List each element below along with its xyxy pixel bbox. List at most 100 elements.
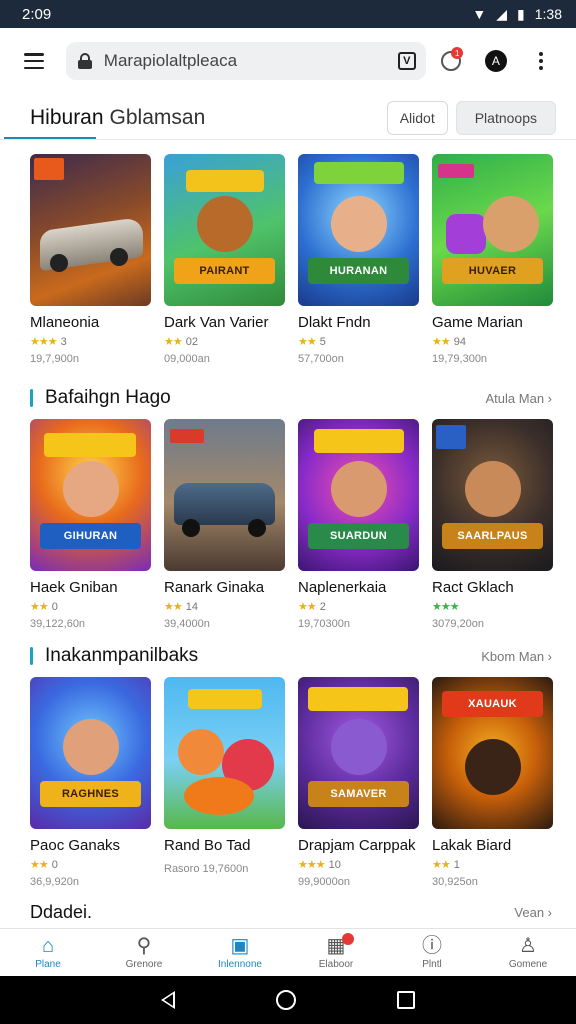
nav-item-search[interactable]: ⚲ Grenore: [96, 929, 192, 976]
game-card[interactable]: HUVAER Game Marian ★★ 94 19,79,300n: [432, 154, 553, 365]
header-button-two[interactable]: Platnoops: [455, 101, 556, 135]
rating-value: 14: [185, 600, 198, 613]
rating-value: 0: [51, 858, 58, 871]
game-title[interactable]: Naplenerkaia: [298, 579, 419, 596]
character-face: [330, 196, 387, 252]
tabs-icon[interactable]: V: [397, 52, 416, 70]
game-title[interactable]: Drapjam Carppak: [298, 837, 419, 854]
status-bar: 2:09 ▼ ◢ ▮ 1:38: [0, 0, 576, 28]
title-logo-shape: [314, 429, 404, 453]
game-cover-image[interactable]: HURANAN: [298, 154, 419, 306]
game-title[interactable]: Lakak Biard: [432, 837, 553, 854]
cover-banner: SUARDUN: [308, 523, 409, 549]
download-count: 57,700on: [298, 353, 344, 365]
game-cover-image[interactable]: SAARLPAUS: [432, 419, 553, 571]
rating-value: 0: [51, 600, 58, 613]
cover-banner: HUVAER: [442, 258, 543, 284]
game-title[interactable]: Paoc Ganaks: [30, 837, 151, 854]
see-more-link[interactable]: Atula Man ›: [486, 391, 552, 406]
profile-button[interactable]: A: [475, 41, 516, 81]
game-cover-image[interactable]: [164, 419, 285, 571]
game-title[interactable]: Rand Bo Tad: [164, 837, 285, 854]
title-logo-shape: [44, 433, 136, 457]
game-cover-image[interactable]: RAGHNES: [30, 677, 151, 829]
game-title[interactable]: Ract Gklach: [432, 579, 553, 596]
wheel-shape: [110, 248, 128, 266]
game-cover-image[interactable]: XAUAUK: [432, 677, 553, 829]
game-cover-image[interactable]: HUVAER: [432, 154, 553, 306]
game-title[interactable]: Ranark Ginaka: [164, 579, 285, 596]
nav-label: Gomene: [508, 958, 548, 970]
game-title[interactable]: Haek Gniban: [30, 579, 151, 596]
rating-value: 3: [60, 335, 67, 348]
download-count: 39,4000n: [164, 618, 210, 630]
recents-icon[interactable]: [397, 991, 416, 1009]
rating-value: 5: [319, 335, 326, 348]
menu-icon[interactable]: [22, 48, 46, 74]
header-button-one[interactable]: Alidot: [386, 101, 448, 135]
wheel-shape: [182, 519, 200, 537]
nav-item-library[interactable]: ▦ Elaboor: [288, 929, 384, 976]
star-icons: ★★: [30, 601, 49, 613]
game-card[interactable]: PAIRANT Dark Van Varier ★★ 02 09,000an: [164, 154, 285, 365]
search-icon: ⚲: [136, 934, 152, 957]
app-bar: Marapiolaltpleaca V 1 A: [0, 28, 576, 94]
section-peek: Ddadei. Vean ›: [0, 896, 576, 928]
download-count: 99,9000on: [298, 876, 350, 888]
wheel-shape: [248, 519, 266, 537]
game-cover-image[interactable]: PAIRANT: [164, 154, 285, 306]
game-title[interactable]: Dlakt Fndn: [298, 314, 419, 331]
game-card[interactable]: Ranark Ginaka ★★ 14 39,4000n: [164, 419, 285, 630]
nav-label: Plntl: [422, 958, 442, 970]
see-more-link[interactable]: Vean ›: [514, 905, 552, 920]
game-cover-image[interactable]: [30, 154, 151, 306]
cover-banner: SAARLPAUS: [442, 523, 543, 549]
home-circle-icon[interactable]: [275, 990, 296, 1010]
address-bar[interactable]: Marapiolaltpleaca V: [65, 42, 426, 80]
nav-item-profile[interactable]: ♙ Gomene: [480, 929, 576, 976]
cover-banner: RAGHNES: [40, 781, 141, 807]
nav-item-home[interactable]: ⌂ Plane: [0, 929, 96, 976]
character-face: [330, 719, 387, 775]
game-cover-image[interactable]: GIHURAN: [30, 419, 151, 571]
nav-item-info[interactable]: ⓘ Plntl: [384, 929, 480, 976]
game-rating: ★★ 0: [30, 600, 151, 614]
game-card[interactable]: SAARLPAUS Ract Gklach ★★★ 3079,20on: [432, 419, 553, 630]
character-face: [196, 196, 253, 252]
see-more-link[interactable]: Kbom Man ›: [481, 649, 552, 664]
person-icon: ♙: [519, 934, 537, 957]
address-text[interactable]: Marapiolaltpleaca: [104, 51, 398, 71]
game-card[interactable]: SUARDUN Naplenerkaia ★★ 2 19,70300n: [298, 419, 419, 630]
game-title[interactable]: Game Marian: [432, 314, 553, 331]
battery-icon: ▮: [517, 5, 525, 22]
game-cover-image[interactable]: SAMAVER: [298, 677, 419, 829]
character-face: [62, 461, 119, 517]
game-card[interactable]: GIHURAN Haek Gniban ★★ 0 39,122,60n: [30, 419, 151, 630]
game-cover-image[interactable]: [164, 677, 285, 829]
game-card[interactable]: Rand Bo Tad Rasoro 19,7600n: [164, 677, 285, 888]
game-card[interactable]: Mlaneonia ★★★ 3 19,7,900n: [30, 154, 151, 365]
rating-value: 1: [453, 858, 460, 871]
back-icon[interactable]: [160, 991, 175, 1009]
system-navigation-bar: [0, 976, 576, 1024]
star-icons: ★★: [432, 859, 451, 871]
rating-value: 94: [453, 335, 466, 348]
more-vert-button[interactable]: [521, 41, 562, 81]
nav-item-entertainment[interactable]: ▣ Inlennone: [192, 929, 288, 976]
cover-banner: XAUAUK: [442, 691, 543, 717]
history-button[interactable]: 1: [430, 41, 471, 81]
game-card[interactable]: RAGHNES Paoc Ganaks ★★ 0 36,9,920n: [30, 677, 151, 888]
download-count: Rasoro 19,7600n: [164, 863, 249, 875]
download-count: 39,122,60n: [30, 618, 86, 630]
bottom-navigation: ⌂ Plane ⚲ Grenore ▣ Inlennone ▦ Elaboor …: [0, 928, 576, 976]
game-title[interactable]: Mlaneonia: [30, 314, 151, 331]
star-icons: ★★★: [432, 601, 460, 613]
rating-value: 2: [319, 600, 326, 613]
card-row: GIHURAN Haek Gniban ★★ 0 39,122,60n Ranar…: [0, 419, 576, 630]
rating-value: 10: [328, 858, 341, 871]
game-card[interactable]: HURANAN Dlakt Fndn ★★ 5 57,700on: [298, 154, 419, 365]
game-cover-image[interactable]: SUARDUN: [298, 419, 419, 571]
game-title[interactable]: Dark Van Varier: [164, 314, 285, 331]
game-card[interactable]: SAMAVER Drapjam Carppak ★★★ 10 99,9000on: [298, 677, 419, 888]
game-card[interactable]: XAUAUK Lakak Biard ★★ 1 30,925on: [432, 677, 553, 888]
